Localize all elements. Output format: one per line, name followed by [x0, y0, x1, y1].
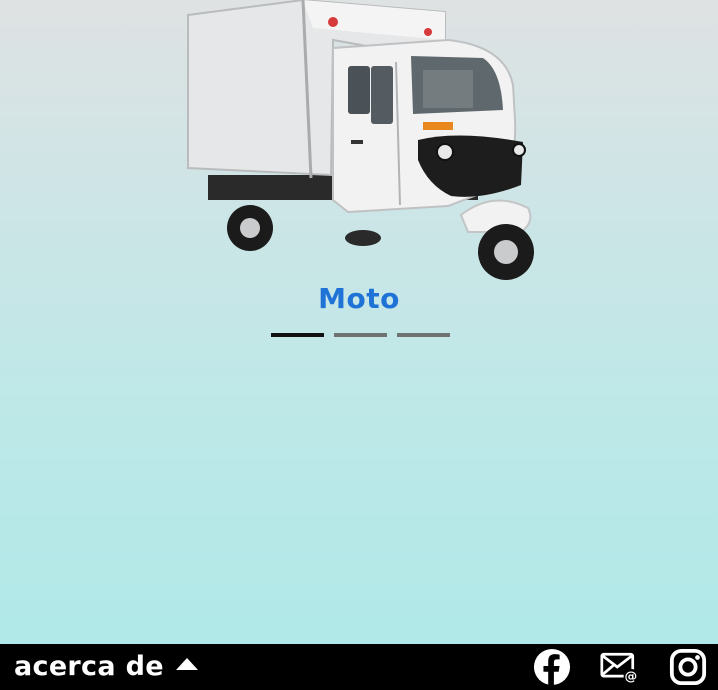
instagram-icon[interactable]	[668, 648, 708, 686]
carousel-pager	[271, 333, 450, 337]
about-label: acerca de	[14, 651, 164, 682]
email-icon[interactable]: @	[600, 648, 640, 686]
pager-dot-3[interactable]	[397, 333, 450, 337]
caret-up-icon	[175, 658, 198, 670]
svg-text:@: @	[625, 669, 638, 684]
hero-carousel: Moto	[0, 0, 718, 644]
facebook-icon[interactable]	[532, 648, 572, 686]
cargo-motorcycle-image	[187, 0, 534, 280]
pager-dot-2[interactable]	[334, 333, 387, 337]
pager-dot-1[interactable]	[271, 333, 324, 337]
slide-title: Moto	[318, 282, 400, 315]
about-button[interactable]: acerca de	[14, 650, 198, 684]
social-links: @	[532, 648, 708, 686]
footer-bar: acerca de @	[0, 644, 718, 690]
